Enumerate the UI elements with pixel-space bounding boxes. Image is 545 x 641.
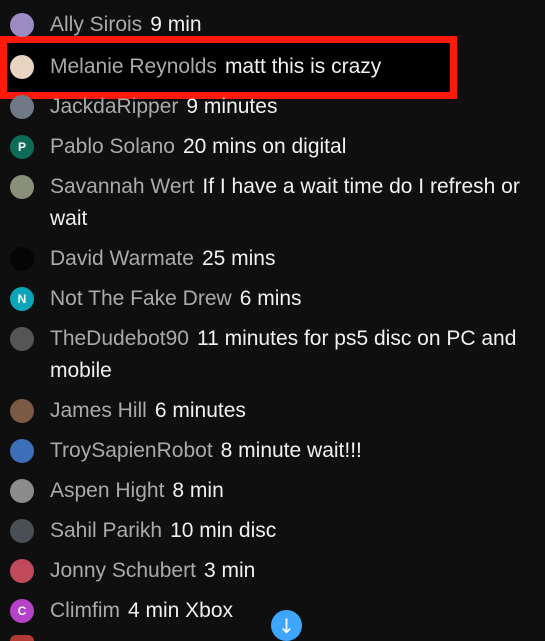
chat-text: 3 min <box>203 559 256 582</box>
arrow-down-icon: ↓ <box>278 613 295 638</box>
avatar-letter: P <box>17 140 26 154</box>
chat-text: 25 mins <box>201 247 276 270</box>
chat-text: 4 min Xbox <box>127 599 234 622</box>
avatar-letter: C <box>17 604 27 618</box>
chat-text: 6 mins <box>239 287 302 310</box>
chat-author[interactable]: Not The Fake Drew <box>50 287 232 310</box>
avatar <box>10 635 34 641</box>
chat-author[interactable]: Pablo Solano <box>50 135 175 158</box>
chat-text: 8 min <box>172 479 224 502</box>
chat-author[interactable]: David Warmate <box>50 247 194 270</box>
avatar[interactable] <box>10 399 34 423</box>
avatar[interactable] <box>10 55 34 79</box>
avatar-letter: N <box>17 292 27 306</box>
avatar[interactable] <box>10 175 34 199</box>
avatar[interactable] <box>10 519 34 543</box>
chat-text: 8 minute wait!!! <box>220 439 362 462</box>
avatar[interactable] <box>10 479 34 503</box>
avatar[interactable] <box>10 439 34 463</box>
scroll-to-bottom-button[interactable]: ↓ <box>271 610 302 641</box>
chat-author[interactable]: Jonny Schubert <box>50 559 196 582</box>
chat-text: matt this is crazy <box>224 55 382 78</box>
chat-author[interactable]: TroySapienRobot <box>50 439 213 462</box>
chat-text: 10 min disc <box>170 519 277 542</box>
avatar[interactable] <box>10 327 34 351</box>
avatar[interactable] <box>10 247 34 271</box>
avatar[interactable]: N <box>10 287 34 311</box>
chat-author[interactable]: JackdaRipper <box>50 95 178 118</box>
chat-author[interactable]: Ally Sirois <box>50 13 142 36</box>
avatar[interactable] <box>10 559 34 583</box>
avatar[interactable] <box>10 13 34 37</box>
chat-author[interactable]: Sahil Parikh <box>50 519 162 542</box>
avatar[interactable] <box>10 95 34 119</box>
chat-author[interactable]: Melanie Reynolds <box>50 55 217 78</box>
chat-author[interactable]: Aspen Hight <box>50 479 164 502</box>
chat-text: 9 minutes <box>186 95 278 118</box>
avatar[interactable]: P <box>10 135 34 159</box>
chat-author[interactable]: James Hill <box>50 399 147 422</box>
live-chat-list: Ally Sirois 9 min Melanie Reynolds matt th… <box>0 0 545 641</box>
chat-author[interactable]: TheDudebot90 <box>50 327 189 350</box>
chat-author[interactable]: Climfim <box>50 599 120 622</box>
chat-author[interactable]: Savannah Wert <box>50 175 194 198</box>
chat-text: 20 mins on digital <box>182 135 347 158</box>
chat-text: 6 minutes <box>154 399 246 422</box>
avatar[interactable]: C <box>10 599 34 623</box>
chat-text: 9 min <box>150 13 202 36</box>
